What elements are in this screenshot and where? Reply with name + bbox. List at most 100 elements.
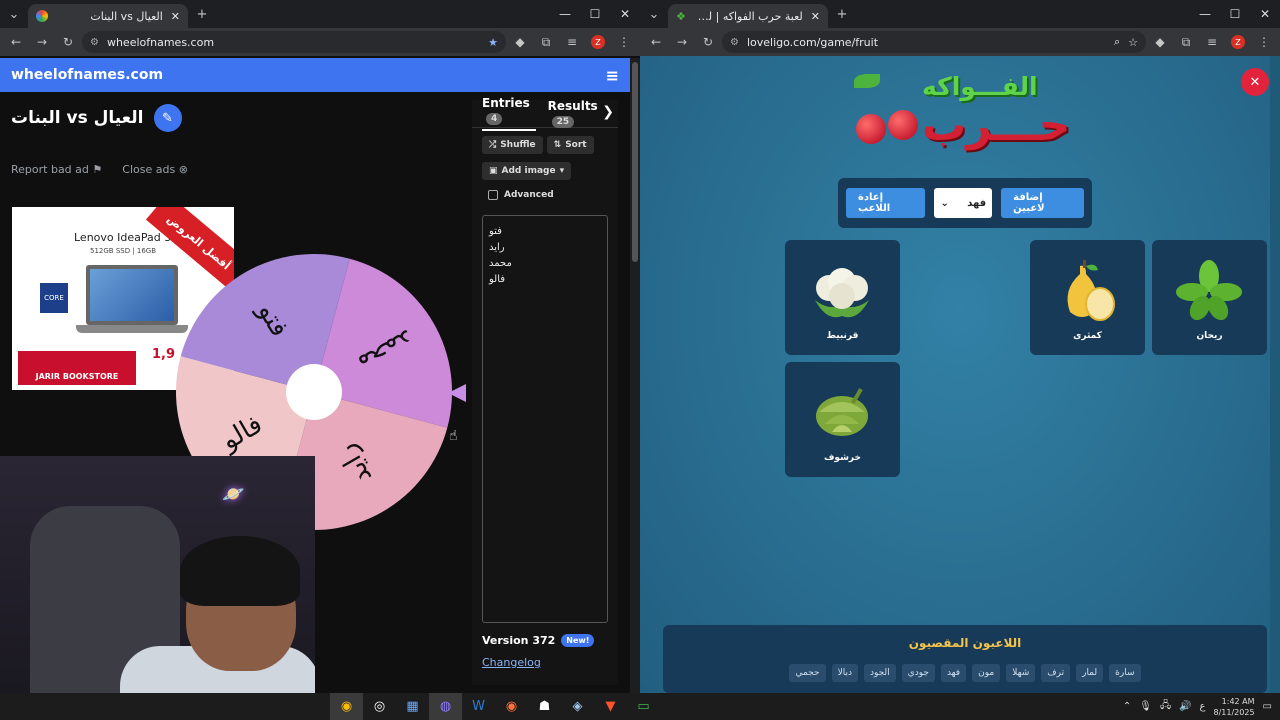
profile-avatar[interactable]: Z (586, 30, 610, 54)
obs-icon[interactable]: ◎ (363, 693, 396, 720)
version-label: Version 372 (482, 634, 556, 647)
image-actions: ▣ Add image ▾ (472, 154, 618, 180)
network-icon[interactable]: 🖧 (1160, 698, 1171, 715)
sort-button[interactable]: ⇅ Sort (546, 136, 594, 154)
firefox-icon[interactable]: ◉ (495, 693, 528, 720)
extensions-puzzle-icon[interactable]: ⧉ (534, 30, 558, 54)
terminal-icon[interactable]: ▭ (627, 693, 660, 720)
laptop-base-image (76, 325, 188, 333)
hamburger-menu-icon[interactable]: ≡ (606, 66, 619, 85)
left-browser-window: ⌄ العيال vs البنات ✕ + — ☐ ✕ ← → ↻ ⚙ whe… (0, 0, 640, 693)
tab-search-icon[interactable]: ⌄ (640, 0, 668, 28)
eliminated-player-chip: دبالا (831, 664, 858, 682)
ghost-app-icon[interactable]: ☗ (528, 693, 561, 720)
extension-icon[interactable]: ◆ (508, 30, 532, 54)
media-icon[interactable]: ≡ (1200, 30, 1224, 54)
minimize-icon[interactable]: — (550, 0, 580, 28)
jarir-logo: JARIR BOOKSTORE (18, 351, 136, 385)
fruit-card-artichoke[interactable]: خرشوف (785, 362, 900, 477)
brave-icon[interactable]: ▼ (594, 693, 627, 720)
site-info-icon[interactable]: ⚙ (90, 37, 99, 48)
tab-results[interactable]: Results25 (548, 99, 608, 128)
changelog-link[interactable]: Changelog (482, 656, 541, 669)
clock[interactable]: 1:42 AM 8/11/2025 (1214, 696, 1255, 718)
menu-kebab-icon[interactable]: ⋮ (1252, 30, 1276, 54)
report-bad-ad-link[interactable]: Report bad ad ⚑ (11, 163, 102, 176)
right-address-bar[interactable]: ⚙ loveligo.com/game/fruit ⌕ ☆ (722, 31, 1146, 53)
tray-chevron-up-icon[interactable]: ⌃ (1123, 701, 1131, 712)
player-select[interactable]: ⌄ فهد (934, 188, 993, 218)
site-info-icon[interactable]: ⚙ (730, 37, 739, 48)
fruit-card-pear[interactable]: كمثرى (1030, 240, 1145, 355)
mic-icon[interactable]: 🎙 (1139, 701, 1152, 712)
collapse-chevron-icon[interactable]: ❯ (602, 104, 614, 120)
add-image-button[interactable]: ▣ Add image ▾ (482, 162, 572, 180)
maximize-icon[interactable]: ☐ (1220, 0, 1250, 28)
tab-search-icon[interactable]: ⌄ (0, 0, 28, 28)
close-window-icon[interactable]: ✕ (610, 0, 640, 28)
word-icon[interactable]: W (462, 693, 495, 720)
left-active-tab[interactable]: العيال vs البنات ✕ (28, 4, 188, 28)
right-active-tab[interactable]: ❖ لعبة حرب الفواكه | لوف ليجو يوث ✕ (668, 4, 828, 28)
profile-avatar[interactable]: Z (1226, 30, 1250, 54)
eliminated-player-chip: مون (972, 664, 1001, 682)
right-tab-title: لعبة حرب الفواكه | لوف ليجو يوث (694, 9, 803, 23)
advanced-toggle[interactable]: Advanced (472, 180, 618, 200)
add-players-button[interactable]: إضافة لاعبين (1001, 188, 1084, 218)
menu-kebab-icon[interactable]: ⋮ (612, 30, 636, 54)
wheel-hub[interactable] (286, 364, 342, 420)
player-controls: إعادة اللاعب ⌄ فهد إضافة لاعبين (838, 178, 1092, 228)
media-icon[interactable]: ≡ (560, 30, 584, 54)
fruit-card-cauliflower[interactable]: قرنبيط (785, 240, 900, 355)
discord-icon[interactable]: ◍ (429, 693, 462, 720)
close-circle-icon: ⊗ (178, 163, 188, 176)
image-icon: ▣ (489, 166, 498, 176)
webcam-overlay: 🪐 (0, 456, 315, 693)
shuffle-button[interactable]: ⤮ Shuffle (482, 136, 543, 154)
close-tab-icon[interactable]: ✕ (811, 10, 820, 23)
fruit-favicon-icon: ❖ (676, 9, 686, 23)
right-browser-window: ⌄ ❖ لعبة حرب الفواكه | لوف ليجو يوث ✕ + … (640, 0, 1280, 693)
new-tab-button[interactable]: + (828, 0, 856, 28)
maximize-icon[interactable]: ☐ (580, 0, 610, 28)
fruit-card-basil[interactable]: ريحان (1152, 240, 1267, 355)
volume-icon[interactable]: 🔊 (1179, 701, 1191, 712)
edit-pencil-icon[interactable]: ✎ (153, 104, 182, 132)
reload-icon[interactable]: ↻ (696, 30, 720, 54)
entries-textarea[interactable]: فتو رايد محمد فالو (482, 215, 608, 623)
reset-player-button[interactable]: إعادة اللاعب (846, 188, 926, 218)
right-scrollbar[interactable] (1270, 56, 1280, 693)
chrome-icon[interactable]: ◉ (330, 693, 363, 720)
store-icon[interactable]: ▦ (396, 693, 429, 720)
bookmark-star-icon[interactable]: ★ (488, 36, 498, 49)
close-game-icon[interactable]: ✕ (1241, 68, 1269, 96)
close-ads-link[interactable]: Close ads ⊗ (122, 163, 188, 176)
tab-entries[interactable]: Entries4 (482, 96, 536, 131)
steam-icon[interactable]: ◈ (561, 693, 594, 720)
reload-icon[interactable]: ↻ (56, 30, 80, 54)
forward-icon[interactable]: → (670, 30, 694, 54)
wheel-brand[interactable]: wheelofnames.com (11, 67, 163, 83)
intel-logo-icon: CORE (40, 283, 68, 313)
bookmark-star-icon[interactable]: ☆ (1128, 36, 1138, 49)
entry-line: محمد (489, 258, 512, 269)
zoom-icon[interactable]: ⌕ (1114, 35, 1120, 49)
close-tab-icon[interactable]: ✕ (171, 10, 180, 23)
back-icon[interactable]: ← (4, 30, 28, 54)
chevron-down-icon: ⌄ (940, 197, 949, 209)
taskbar-apps: ◉ ◎ ▦ ◍ W ◉ ☗ ◈ ▼ ▭ (330, 693, 660, 720)
forward-icon[interactable]: → (30, 30, 54, 54)
language-indicator[interactable]: ع (1200, 701, 1206, 712)
extension-icon[interactable]: ◆ (1148, 30, 1172, 54)
sort-icon: ⇅ (553, 140, 562, 150)
close-window-icon[interactable]: ✕ (1250, 0, 1280, 28)
left-address-bar[interactable]: ⚙ wheelofnames.com ★ (82, 31, 506, 53)
advanced-checkbox[interactable] (488, 190, 498, 200)
eliminated-title: اللاعبون المقصيون (908, 636, 1022, 650)
new-tab-button[interactable]: + (188, 0, 216, 28)
extensions-puzzle-icon[interactable]: ⧉ (1174, 30, 1198, 54)
minimize-icon[interactable]: — (1190, 0, 1220, 28)
left-scrollbar[interactable] (630, 58, 640, 693)
notifications-icon[interactable]: ▭ (1263, 701, 1272, 712)
back-icon[interactable]: ← (644, 30, 668, 54)
